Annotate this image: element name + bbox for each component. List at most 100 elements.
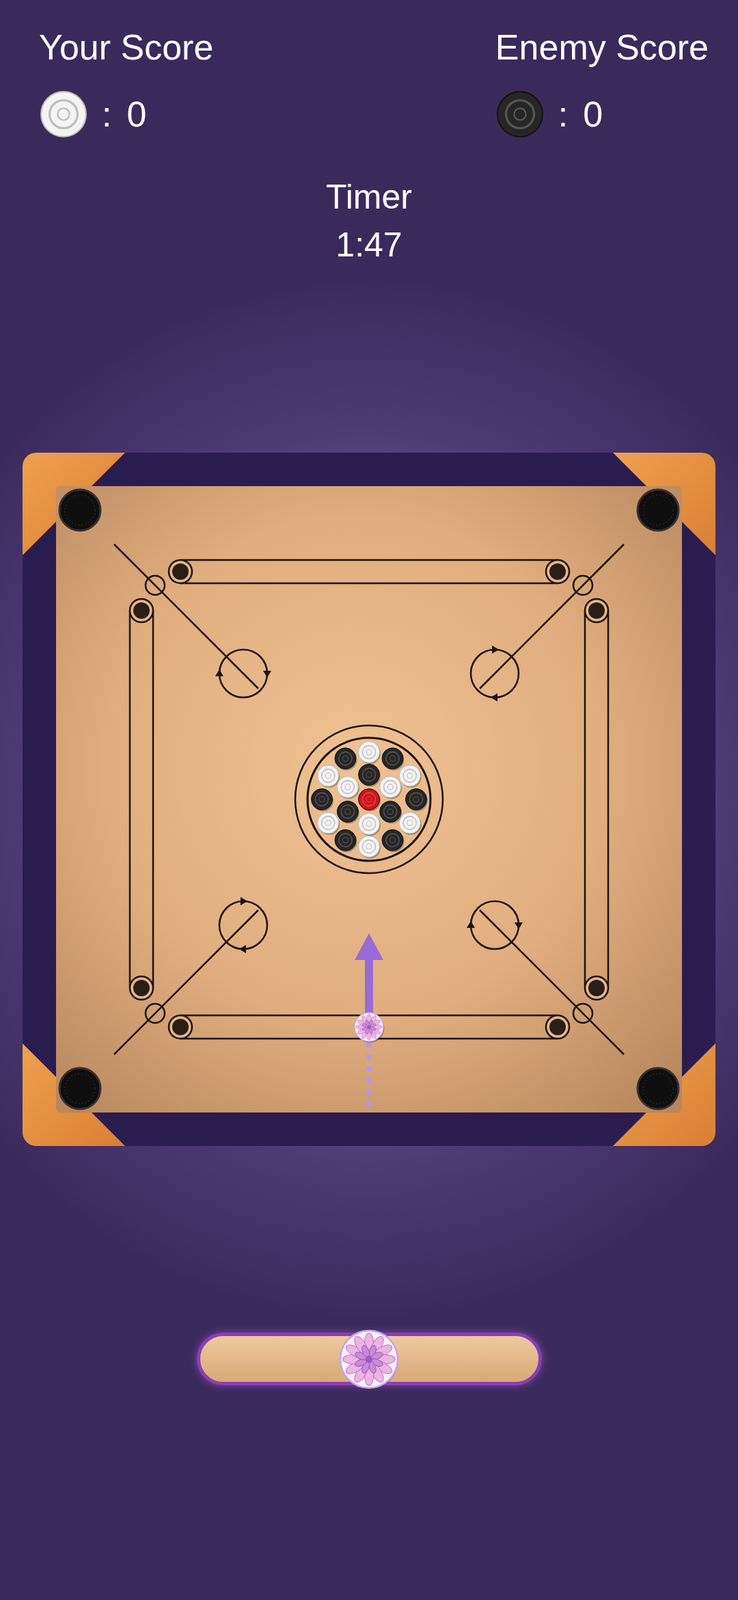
board-markings (168, 900, 624, 1054)
arrowhead-icon (263, 670, 272, 678)
aim-arrow-icon (354, 932, 384, 960)
board-markings (114, 598, 268, 1054)
arrow-circle (219, 900, 268, 949)
carrom-coin (358, 763, 382, 787)
aim-dot (366, 1076, 372, 1083)
pocket-net (64, 494, 95, 525)
carrom-coin (381, 828, 405, 852)
coin-center (387, 808, 393, 814)
carrom-coin (381, 747, 405, 771)
baseline-end-dot (172, 563, 189, 580)
striker[interactable] (354, 1012, 385, 1043)
coin-center (319, 796, 325, 802)
coin-center (325, 772, 331, 778)
pocket-hole (637, 1067, 679, 1109)
baseline-end-dot (588, 979, 605, 996)
coin-face (334, 828, 357, 851)
baseline (152, 610, 155, 988)
coin-face (41, 91, 87, 137)
enemy-coin-icon (495, 89, 545, 139)
coin-center (57, 107, 70, 120)
mandala-center (366, 1024, 371, 1028)
coin-center (325, 819, 331, 825)
coin-ring (49, 100, 78, 129)
board-markings (470, 543, 624, 1000)
center-outer-circle (295, 725, 443, 873)
coin-face (358, 788, 380, 810)
baseline-end-dot (172, 1018, 189, 1035)
carrom-coin (399, 811, 422, 835)
carrom-board (22, 452, 716, 1146)
baseline-end (584, 598, 609, 622)
carrom-coin (358, 813, 382, 836)
striker-icon (338, 1327, 400, 1390)
coin-center (345, 808, 351, 814)
carrom-board-canvas (22, 452, 716, 1146)
baseline-end (545, 1014, 570, 1038)
game-screen: Your Score:0 Enemy Score:0 Timer1:47 (0, 0, 738, 1599)
mandala-rim (354, 1012, 384, 1041)
coin-center (366, 820, 372, 827)
coin-center (407, 819, 413, 825)
coin-face (334, 747, 357, 769)
diagonal-line (114, 909, 259, 1054)
diagonal-circle (145, 1003, 165, 1023)
coin-center (389, 755, 395, 761)
player-score-value: 0 (126, 89, 147, 139)
coin-ring (403, 815, 417, 829)
pocket (59, 489, 101, 531)
pocket-hole (637, 489, 679, 531)
mandala-rim (340, 1329, 398, 1388)
diagonal-circle (145, 575, 165, 595)
coin-ring (340, 779, 354, 793)
striker-slider-knob[interactable] (338, 1327, 400, 1390)
carrom-coin (317, 764, 341, 788)
pocket-net (643, 494, 674, 525)
aim-dot (366, 1088, 372, 1095)
coin-face (311, 788, 333, 810)
baseline (584, 610, 587, 988)
aim-guide (354, 932, 384, 1106)
coin-ring (338, 832, 352, 846)
coin-face (381, 747, 404, 769)
pocket-net (643, 1072, 674, 1103)
coin-ring (321, 768, 335, 782)
center-inner-circle (307, 737, 431, 861)
baseline-end-dot (549, 1018, 566, 1035)
coin-center (513, 107, 526, 120)
score-header: Your Score:0 Enemy Score:0 (0, 0, 738, 139)
player-coin-icon (41, 91, 87, 137)
carrom-coin (311, 788, 335, 812)
coin-ring (505, 100, 534, 129)
coin-face (497, 91, 543, 137)
baseline-end (545, 559, 570, 583)
carrom-coin (358, 741, 382, 764)
aim-dot (366, 1065, 372, 1071)
enemy-score-value: 0 (582, 89, 603, 139)
coin-face (317, 811, 339, 833)
arrowhead-icon (490, 692, 498, 702)
coin-face (358, 835, 380, 857)
diagonal-line (479, 909, 624, 1054)
coin-center (407, 772, 413, 778)
coin-face (379, 800, 402, 823)
coin-ring (386, 751, 400, 765)
carrom-coin (317, 811, 341, 835)
coin-face (381, 828, 404, 851)
coin-center (387, 783, 393, 790)
arrowhead-icon (514, 921, 523, 929)
baseline-end-dot (549, 563, 566, 580)
striker-slider[interactable] (196, 1331, 542, 1385)
baseline-end-dot (588, 602, 605, 619)
pocket-hole (59, 489, 101, 531)
carrom-coin (336, 776, 360, 799)
coin-center (389, 837, 395, 843)
player-score-panel: Your Score:0 (38, 24, 214, 139)
score-separator: : (558, 89, 568, 139)
enemy-score-label: Enemy Score (495, 24, 709, 70)
pocket-net (64, 1072, 95, 1103)
arrowhead-icon (240, 896, 248, 905)
pocket (637, 1067, 679, 1109)
coin-ring (384, 779, 398, 793)
coin-ring (362, 791, 376, 805)
